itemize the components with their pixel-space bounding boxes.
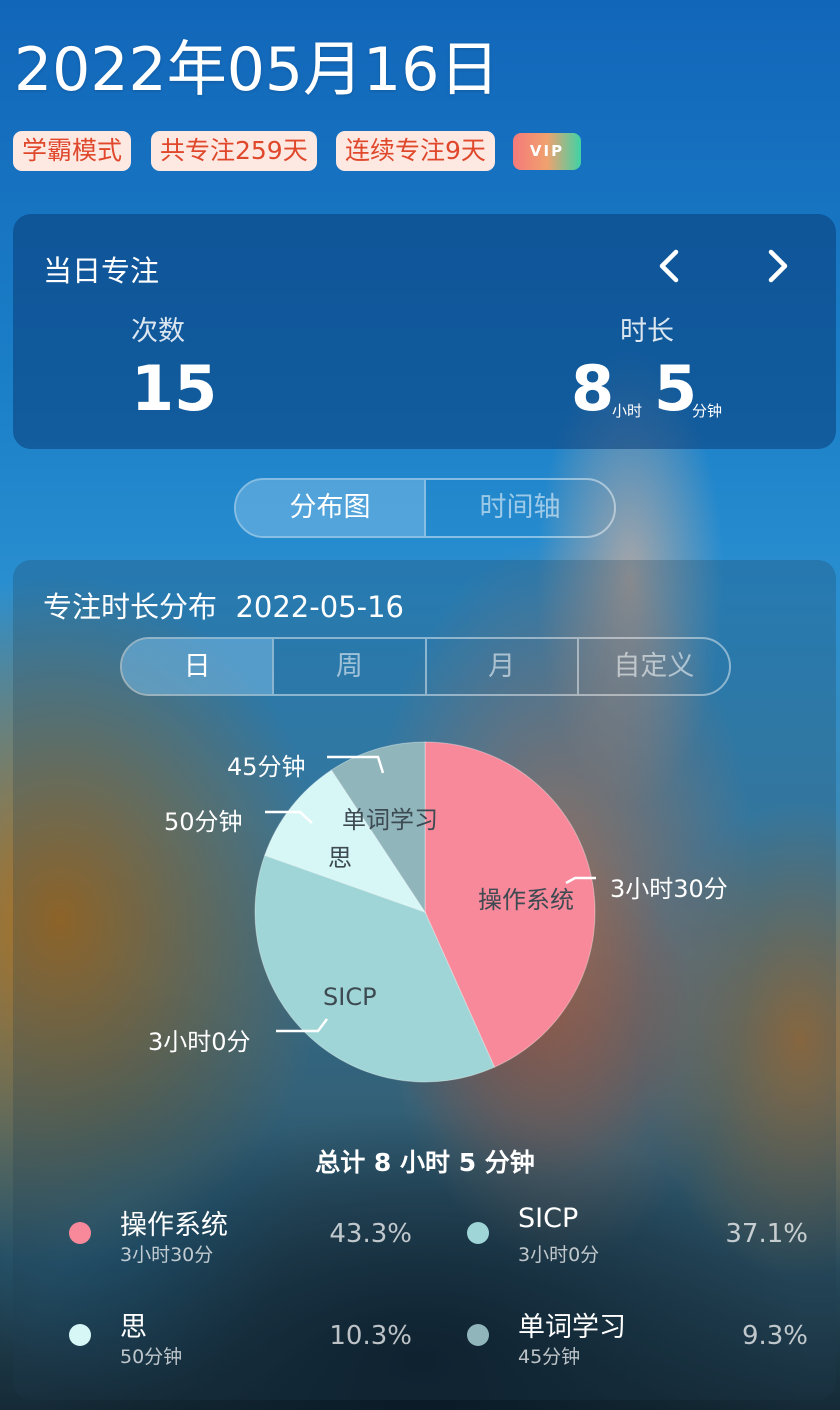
tag-study-mode: 学霸模式 bbox=[13, 131, 132, 171]
slice-label-vocab: 45分钟 bbox=[227, 753, 306, 781]
tag-total-days: 共专注259天 bbox=[151, 131, 317, 171]
legend-sub-vocab: 45分钟 bbox=[518, 1346, 581, 1368]
legend-dot-think bbox=[69, 1324, 91, 1346]
legend-dot-sicp bbox=[467, 1222, 489, 1244]
tab-distribution[interactable]: 分布图 bbox=[236, 480, 424, 536]
legend-pct-sicp: 37.1% bbox=[725, 1219, 808, 1249]
legend-name-os: 操作系统 bbox=[120, 1210, 228, 1241]
tab-custom[interactable]: 自定义 bbox=[576, 639, 729, 694]
distribution-title-text: 专注时长分布 bbox=[43, 590, 218, 624]
slice-name-os: 操作系统 bbox=[478, 886, 574, 914]
legend-pct-os: 43.3% bbox=[329, 1219, 412, 1249]
legend-name-sicp: SICP bbox=[518, 1203, 579, 1234]
legend-pct-vocab: 9.3% bbox=[741, 1321, 808, 1351]
view-toggle: 分布图 时间轴 bbox=[234, 478, 616, 538]
legend-dot-os bbox=[69, 1222, 91, 1244]
tag-streak-days: 连续专注9天 bbox=[336, 131, 495, 171]
daily-focus-title: 当日专注 bbox=[43, 254, 160, 288]
tab-day[interactable]: 日 bbox=[122, 639, 273, 694]
duration-minutes: 5 bbox=[654, 352, 698, 425]
duration-hours-unit: 小时 bbox=[612, 402, 643, 420]
legend-sub-sicp: 3小时0分 bbox=[518, 1244, 600, 1266]
slice-label-think: 50分钟 bbox=[164, 808, 243, 836]
pie-chart bbox=[254, 741, 596, 1083]
date-title: 2022年05月16日 bbox=[14, 35, 500, 105]
legend-sub-os: 3小时30分 bbox=[120, 1244, 214, 1266]
distribution-date: 2022-05-16 bbox=[235, 590, 404, 624]
prev-day-button[interactable] bbox=[650, 246, 690, 286]
duration-label: 时长 bbox=[620, 316, 674, 347]
legend-name-think: 思 bbox=[120, 1312, 147, 1343]
total-duration: 总计 8 小时 5 分钟 bbox=[315, 1148, 535, 1177]
vip-badge[interactable]: VIP bbox=[513, 133, 581, 170]
count-value: 15 bbox=[131, 352, 218, 425]
slice-label-os: 3小时30分 bbox=[610, 875, 728, 903]
slice-name-sicp: SICP bbox=[323, 983, 377, 1011]
range-toggle: 日 周 月 自定义 bbox=[120, 637, 731, 696]
count-label: 次数 bbox=[131, 316, 185, 347]
tab-month[interactable]: 月 bbox=[424, 639, 577, 694]
slice-name-think: 思 bbox=[328, 844, 352, 872]
chevron-right-icon bbox=[768, 249, 788, 283]
next-day-button[interactable] bbox=[757, 246, 797, 286]
distribution-title: 专注时长分布 2022-05-16 bbox=[43, 584, 404, 626]
duration-hours: 8 bbox=[571, 352, 615, 425]
chevron-left-icon bbox=[659, 249, 679, 283]
legend-name-vocab: 单词学习 bbox=[518, 1312, 626, 1343]
duration-minutes-unit: 分钟 bbox=[692, 402, 723, 420]
slice-label-sicp: 3小时0分 bbox=[148, 1028, 251, 1056]
legend-pct-think: 10.3% bbox=[329, 1321, 412, 1351]
slice-name-vocab: 单词学习 bbox=[342, 806, 438, 834]
legend-dot-vocab bbox=[467, 1324, 489, 1346]
tab-week[interactable]: 周 bbox=[272, 639, 424, 694]
tab-timeline[interactable]: 时间轴 bbox=[424, 480, 614, 536]
legend-sub-think: 50分钟 bbox=[120, 1346, 183, 1368]
